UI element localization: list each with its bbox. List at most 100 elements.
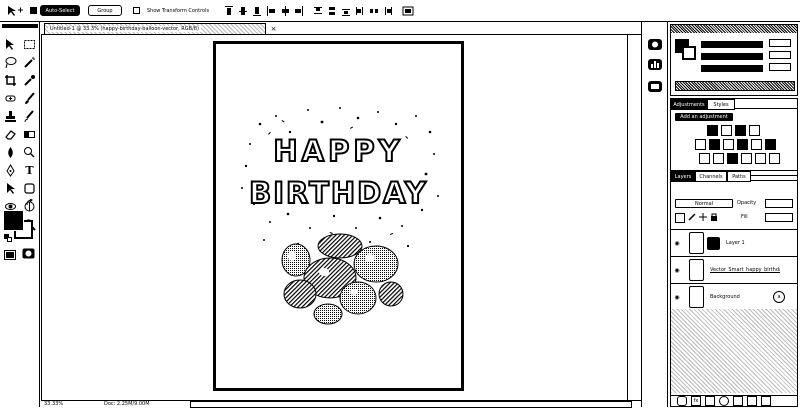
align-bottom-icon[interactable] [252, 5, 262, 17]
distribute-bottom-icon[interactable] [341, 5, 351, 17]
color-spectrum-ramp[interactable] [675, 81, 795, 91]
blue-slider[interactable] [701, 65, 763, 72]
tab-adjustments[interactable]: Adjustments [671, 99, 707, 110]
lasso-icon[interactable] [4, 56, 17, 69]
layer-row-3[interactable]: ◉ Background a [671, 284, 797, 311]
new-layer-icon[interactable] [747, 396, 757, 406]
magic-wand-icon[interactable] [23, 56, 36, 69]
eyedropper-icon[interactable] [23, 74, 36, 87]
crop-icon[interactable] [4, 74, 17, 87]
close-tab-icon[interactable]: × [269, 24, 278, 33]
history-brush-icon[interactable] [23, 110, 36, 123]
type-icon[interactable]: T [23, 164, 36, 177]
opacity-field[interactable] [765, 199, 793, 208]
threshold-icon[interactable] [727, 153, 738, 164]
foreground-color-swatch[interactable] [3, 210, 24, 231]
shape-icon[interactable] [23, 182, 36, 195]
document-canvas-area[interactable]: HAPPY BIRTHDAY [41, 35, 637, 401]
gradient-map-icon[interactable] [741, 153, 752, 164]
zoom-level[interactable]: 33.33% [44, 401, 84, 407]
tab-channels[interactable]: Channels [695, 171, 727, 182]
healing-brush-icon[interactable] [4, 92, 17, 105]
lock-transparent-icon[interactable] [675, 213, 685, 223]
distribute-top-icon[interactable] [313, 5, 323, 17]
info-icon[interactable] [647, 80, 663, 93]
levels-icon[interactable] [721, 125, 732, 136]
screen-mode-icon[interactable] [4, 250, 16, 260]
add-mask-icon[interactable] [705, 396, 715, 406]
color-panel-header[interactable] [671, 25, 797, 33]
red-value[interactable] [769, 39, 791, 47]
channel-mixer-icon[interactable] [765, 139, 776, 150]
dodge-icon[interactable] [23, 146, 36, 159]
green-slider[interactable] [701, 53, 763, 60]
exposure-icon[interactable] [749, 125, 760, 136]
align-right-icon[interactable] [294, 5, 304, 17]
visibility-eye-icon[interactable]: ◉ [671, 240, 683, 247]
lock-all-icon[interactable] [710, 213, 718, 221]
distribute-vcenter-icon[interactable] [327, 5, 337, 17]
photo-filter-icon[interactable] [751, 139, 762, 150]
vibrance-icon[interactable] [695, 139, 706, 150]
align-top-icon[interactable] [224, 5, 234, 17]
move-icon[interactable] [4, 38, 17, 51]
pen-icon[interactable] [4, 164, 17, 177]
marquee-icon[interactable] [23, 38, 36, 51]
artboard[interactable]: HAPPY BIRTHDAY [213, 41, 464, 391]
align-hcenter-icon[interactable] [280, 5, 290, 17]
histogram-icon[interactable] [647, 58, 663, 71]
new-group-icon[interactable] [733, 396, 743, 406]
toolbox-grip[interactable] [2, 24, 38, 28]
horizontal-scrollbar[interactable] [189, 400, 632, 408]
color-balance-icon[interactable] [723, 139, 734, 150]
lock-position-icon[interactable] [699, 213, 707, 221]
tab-styles[interactable]: Styles [707, 99, 735, 110]
visibility-eye-icon[interactable]: ◉ [671, 267, 683, 274]
vertical-scrollbar[interactable] [627, 35, 637, 401]
layer-row-1[interactable]: ◉ Layer 1 [671, 230, 797, 257]
curves-icon[interactable] [735, 125, 746, 136]
gradient-icon[interactable] [23, 128, 36, 141]
color-bg-swatch[interactable] [682, 46, 696, 60]
blue-value[interactable] [769, 63, 791, 71]
align-left-icon[interactable] [266, 5, 276, 17]
selective-color-icon[interactable] [755, 153, 766, 164]
align-vcenter-icon[interactable] [238, 5, 248, 17]
move-tool-icon[interactable] [6, 5, 24, 17]
distribute-right-icon[interactable] [383, 5, 393, 17]
show-transform-label[interactable]: Show Transform Controls [142, 5, 214, 16]
new-adjustment-icon[interactable] [719, 396, 729, 406]
posterize-icon[interactable] [713, 153, 724, 164]
brush-icon[interactable] [23, 92, 36, 105]
auto-select-dropdown[interactable]: Auto-Select [40, 5, 80, 16]
document-tab[interactable]: Untitled-1 @ 33.3% (happy-birthday-ballo… [44, 23, 266, 34]
brightness-contrast-icon[interactable] [707, 125, 718, 136]
black-white-icon[interactable] [737, 139, 748, 150]
layer-row-2[interactable]: ◉ Vector_Smart_happy_birthday [671, 257, 797, 284]
invert-icon[interactable] [699, 153, 710, 164]
navigator-icon[interactable] [647, 38, 663, 51]
show-transform-checkbox[interactable] [133, 7, 140, 14]
quick-mask-icon[interactable] [22, 248, 35, 259]
green-value[interactable] [769, 51, 791, 59]
shadows-highlights-icon[interactable] [769, 153, 780, 164]
lock-image-icon[interactable] [688, 213, 696, 221]
hue-saturation-icon[interactable] [709, 139, 720, 150]
delete-layer-icon[interactable] [761, 396, 771, 406]
link-layers-icon[interactable] [677, 396, 687, 406]
stamp-icon[interactable] [4, 110, 17, 123]
layer-style-icon[interactable]: fx [691, 396, 701, 406]
red-slider[interactable] [701, 41, 763, 48]
distribute-left-icon[interactable] [355, 5, 365, 17]
eraser-icon[interactable] [4, 128, 17, 141]
auto-align-icon[interactable] [402, 5, 414, 17]
swap-colors-icon[interactable] [26, 199, 34, 207]
distribute-hcenter-icon[interactable] [369, 5, 379, 17]
blend-mode-select[interactable]: Normal [675, 199, 733, 208]
fill-field[interactable] [765, 213, 793, 222]
blur-icon[interactable] [4, 146, 17, 159]
visibility-eye-icon[interactable]: ◉ [671, 294, 683, 301]
tab-layers[interactable]: Layers [671, 171, 695, 182]
path-selection-icon[interactable] [4, 182, 17, 195]
group-dropdown[interactable]: Group [88, 5, 122, 16]
